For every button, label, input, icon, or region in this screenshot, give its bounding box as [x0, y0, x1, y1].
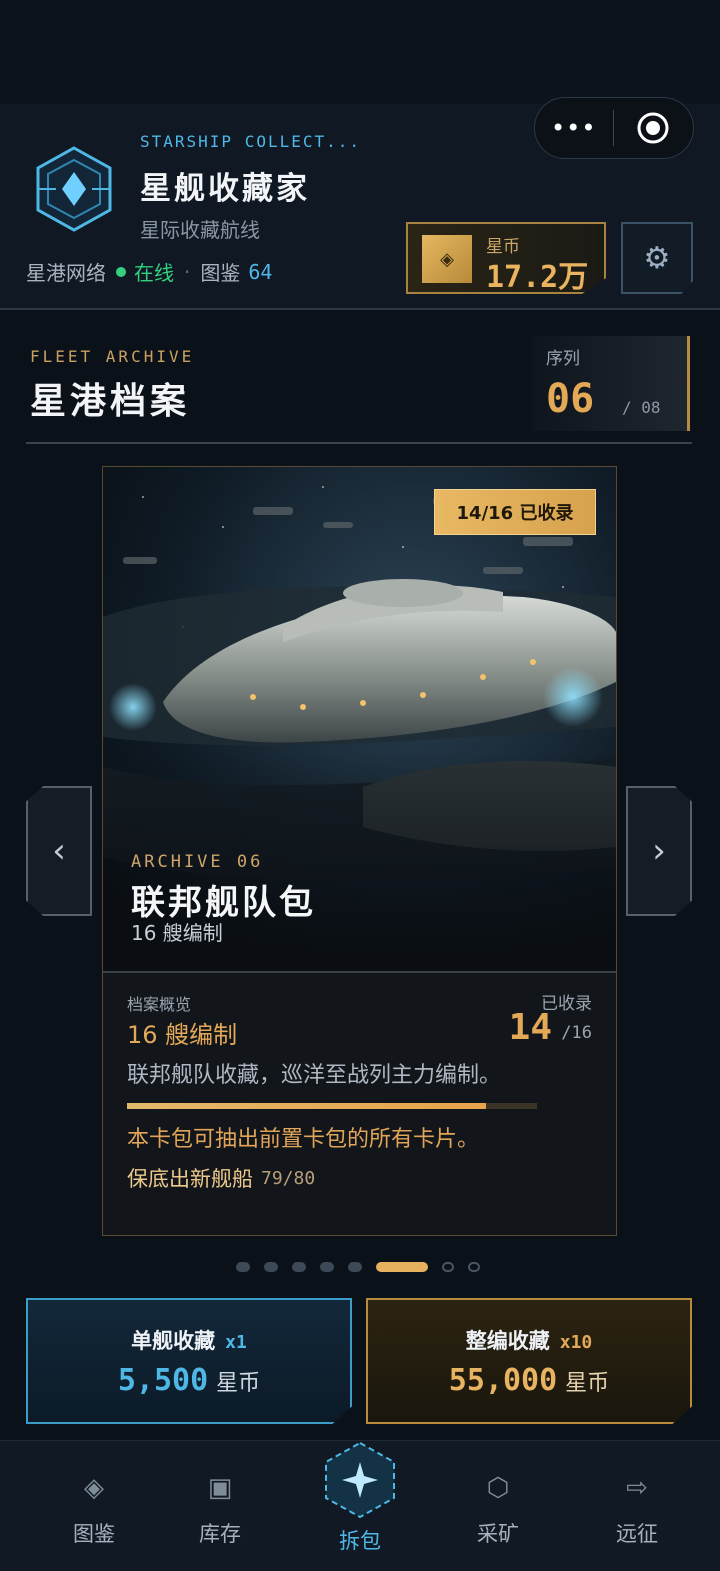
full-collect-label: 整编收藏 — [465, 1328, 550, 1353]
pack-artwork: 14/16 已收录 ARCHIVE 06 联邦舰队包 16 艘编制 — [103, 467, 616, 971]
separator: · — [184, 259, 191, 284]
section-divider — [26, 442, 692, 444]
section-title-en: FLEET ARCHIVE — [30, 347, 195, 366]
single-collect-label-row: 单舰收藏 x1 — [131, 1325, 247, 1355]
single-collect-price-row: 5,500 星币 — [118, 1363, 260, 1398]
pager-dot[interactable] — [468, 1262, 480, 1272]
sequence-label: 序列 — [546, 349, 580, 369]
archive-code: ARCHIVE 06 — [131, 852, 264, 872]
single-collect-button[interactable]: 单舰收藏 x1 5,500 星币 — [26, 1298, 352, 1424]
pager-dots[interactable] — [236, 1262, 480, 1272]
collected-count: 14 — [508, 1007, 552, 1048]
overview-label: 档案概览 — [127, 995, 192, 1014]
section-title: 星港档案 — [30, 381, 191, 422]
dex-label: 图鉴 — [200, 261, 241, 285]
full-collect-mult: x10 — [559, 1331, 593, 1353]
single-collect-price: 5,500 — [117, 1362, 209, 1398]
single-collect-unit: 星币 — [216, 1370, 261, 1396]
pager-dot[interactable] — [320, 1262, 334, 1272]
full-collect-price-row: 55,000 星币 — [449, 1363, 609, 1398]
sequence-indicator: 序列 06 / 08 — [532, 336, 690, 431]
sequence-total: / 08 — [622, 398, 661, 417]
online-dot-icon — [116, 266, 126, 277]
pack-description: 联邦舰队收藏，巡洋至战列主力编制。 — [127, 1063, 502, 1088]
nav-label-expedition: 远征 — [616, 1522, 658, 1546]
nav-item-inventory[interactable]: ▣ 库存 — [160, 1468, 280, 1548]
app-title: 星舰收藏家 — [140, 171, 310, 207]
collected-badge: 14/16 已收录 — [434, 489, 596, 535]
fleet-size: 16 艘编制 — [131, 921, 223, 945]
full-collect-label-row: 整编收藏 x10 — [466, 1325, 593, 1355]
box-icon: ▣ — [207, 1473, 233, 1503]
pager-dot[interactable] — [236, 1262, 250, 1272]
arrow-right-icon: ⇨ — [626, 1473, 648, 1503]
full-collect-unit: 星币 — [565, 1370, 610, 1396]
app-subtitle-en: STARSHIP COLLECT... — [140, 132, 362, 151]
network-status: 星港网络 在线 · 图鉴 64 — [26, 257, 272, 286]
online-status: 在线 — [134, 261, 174, 285]
diamond-icon: ◈ — [84, 1473, 104, 1503]
app-tagline: 星际收藏航线 — [140, 218, 260, 242]
pity-counter: 保底出新舰船 79/80 — [127, 1163, 315, 1193]
nav-item-open-pack[interactable] — [320, 1440, 400, 1520]
sequence-current: 06 — [546, 376, 595, 422]
network-label: 星港网络 — [26, 261, 106, 285]
nav-item-dex[interactable]: ◈ 图鉴 — [34, 1468, 154, 1548]
collection-progress-bar — [127, 1103, 537, 1109]
pity-label: 保底出新舰船 — [127, 1167, 253, 1191]
status-bar-area — [0, 0, 720, 104]
star-hex-icon — [325, 1441, 395, 1519]
target-icon[interactable] — [614, 111, 694, 145]
prev-pack-button[interactable]: ‹ — [26, 786, 92, 916]
coin-diamond-icon: ◈ — [422, 235, 472, 283]
more-dots-icon[interactable]: ••• — [535, 114, 613, 142]
next-pack-button[interactable]: › — [626, 786, 692, 916]
app-logo — [34, 146, 114, 232]
full-collect-button[interactable]: 整编收藏 x10 55,000 星币 — [366, 1298, 692, 1424]
chevron-right-icon: › — [652, 831, 666, 871]
coin-balance[interactable]: ◈ 星币 17.2万 — [406, 222, 606, 294]
nav-label-inventory: 库存 — [199, 1522, 241, 1546]
gear-icon: ⚙ — [643, 240, 671, 276]
chevron-left-icon: ‹ — [52, 831, 66, 871]
overview-value: 16 艘编制 — [127, 1021, 238, 1049]
hexagon-icon: ⬡ — [486, 1473, 510, 1503]
nav-item-mining[interactable]: ⬡ 采矿 — [438, 1468, 558, 1548]
dex-count: 64 — [248, 259, 273, 284]
pity-value: 79/80 — [261, 1167, 316, 1189]
pack-card[interactable]: 14/16 已收录 ARCHIVE 06 联邦舰队包 16 艘编制 档案概览 1… — [102, 466, 617, 1236]
full-collect-price: 55,000 — [448, 1362, 558, 1398]
collected-total: /16 — [561, 1023, 592, 1043]
settings-button[interactable]: ⚙ — [621, 222, 693, 294]
coin-value: 17.2万 — [486, 260, 589, 295]
pager-dot[interactable] — [292, 1262, 306, 1272]
collection-progress-fill — [127, 1103, 486, 1109]
pager-dot[interactable] — [348, 1262, 362, 1272]
single-collect-mult: x1 — [225, 1331, 247, 1353]
single-collect-label: 单舰收藏 — [131, 1328, 216, 1353]
nav-label-dex: 图鉴 — [73, 1522, 115, 1546]
pager-dot[interactable] — [442, 1262, 454, 1272]
nav-label-mining: 采矿 — [477, 1522, 519, 1546]
nav-item-expedition[interactable]: ⇨ 远征 — [577, 1468, 697, 1548]
nav-label-open-pack: 拆包 — [339, 1529, 381, 1553]
card-divider — [103, 971, 616, 973]
pack-note: 本卡包可抽出前置卡包的所有卡片。 — [127, 1127, 480, 1152]
pager-dot[interactable] — [376, 1262, 428, 1272]
miniprogram-capsule: ••• — [534, 97, 694, 159]
pager-dot[interactable] — [264, 1262, 278, 1272]
